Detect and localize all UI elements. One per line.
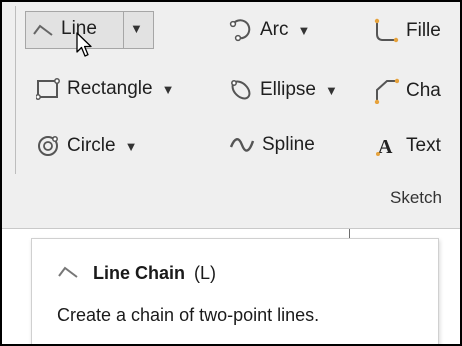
chamfer-button[interactable]: Cha	[373, 78, 441, 104]
arc-dropdown-arrow[interactable]: ▼	[298, 23, 311, 38]
line-dropdown-arrow[interactable]: ▼	[130, 21, 143, 36]
ellipse-icon	[229, 78, 253, 102]
line-chain-tooltip: Line Chain (L) Create a chain of two-poi…	[31, 238, 439, 344]
arc-button[interactable]: Arc ▼	[229, 18, 310, 42]
spline-icon	[229, 135, 255, 155]
rectangle-button[interactable]: Rectangle ▼	[36, 78, 174, 100]
text-label: Text	[406, 135, 441, 156]
chamfer-label: Cha	[406, 80, 441, 101]
mouse-pointer-icon	[76, 32, 94, 63]
ellipse-dropdown-arrow[interactable]: ▼	[325, 83, 338, 98]
tooltip-shortcut: (L)	[194, 263, 217, 283]
circle-dropdown-arrow[interactable]: ▼	[125, 139, 138, 154]
sketch-ribbon-panel: Line ▼ Arc ▼ Fille Rectangle ▼ Ellipse ▼…	[2, 2, 460, 229]
svg-text:A: A	[378, 136, 393, 158]
chamfer-icon	[373, 78, 399, 104]
circle-label: Circle	[67, 135, 116, 156]
fillet-icon	[373, 18, 399, 44]
arc-label: Arc	[260, 19, 289, 40]
fillet-button[interactable]: Fille	[373, 18, 441, 44]
rectangle-label: Rectangle	[67, 78, 153, 99]
tooltip-title-row: Line Chain (L)	[57, 263, 216, 284]
circle-icon	[36, 134, 60, 158]
line-chain-icon	[57, 263, 79, 284]
split-divider	[123, 12, 124, 48]
tooltip-title: Line Chain	[93, 263, 186, 283]
line-icon	[32, 20, 54, 38]
circle-button[interactable]: Circle ▼	[36, 134, 137, 158]
spline-label: Spline	[262, 134, 315, 155]
rectangle-dropdown-arrow[interactable]: ▼	[162, 82, 175, 97]
ribbon-group-label: Sketch	[390, 188, 442, 207]
spline-button[interactable]: Spline	[229, 134, 315, 156]
tooltip-description: Create a chain of two-point lines.	[57, 305, 320, 325]
ribbon-bottom-border	[2, 228, 460, 229]
ribbon-separator	[15, 6, 16, 174]
arc-icon	[229, 18, 253, 42]
ellipse-button[interactable]: Ellipse ▼	[229, 78, 338, 102]
text-button[interactable]: A Text	[375, 134, 441, 158]
rectangle-icon	[36, 78, 60, 100]
screenshot-frame: Line ▼ Arc ▼ Fille Rectangle ▼ Ellipse ▼…	[0, 0, 462, 346]
fillet-label: Fille	[406, 20, 441, 41]
ellipse-label: Ellipse	[260, 79, 316, 100]
text-icon: A	[375, 134, 399, 158]
